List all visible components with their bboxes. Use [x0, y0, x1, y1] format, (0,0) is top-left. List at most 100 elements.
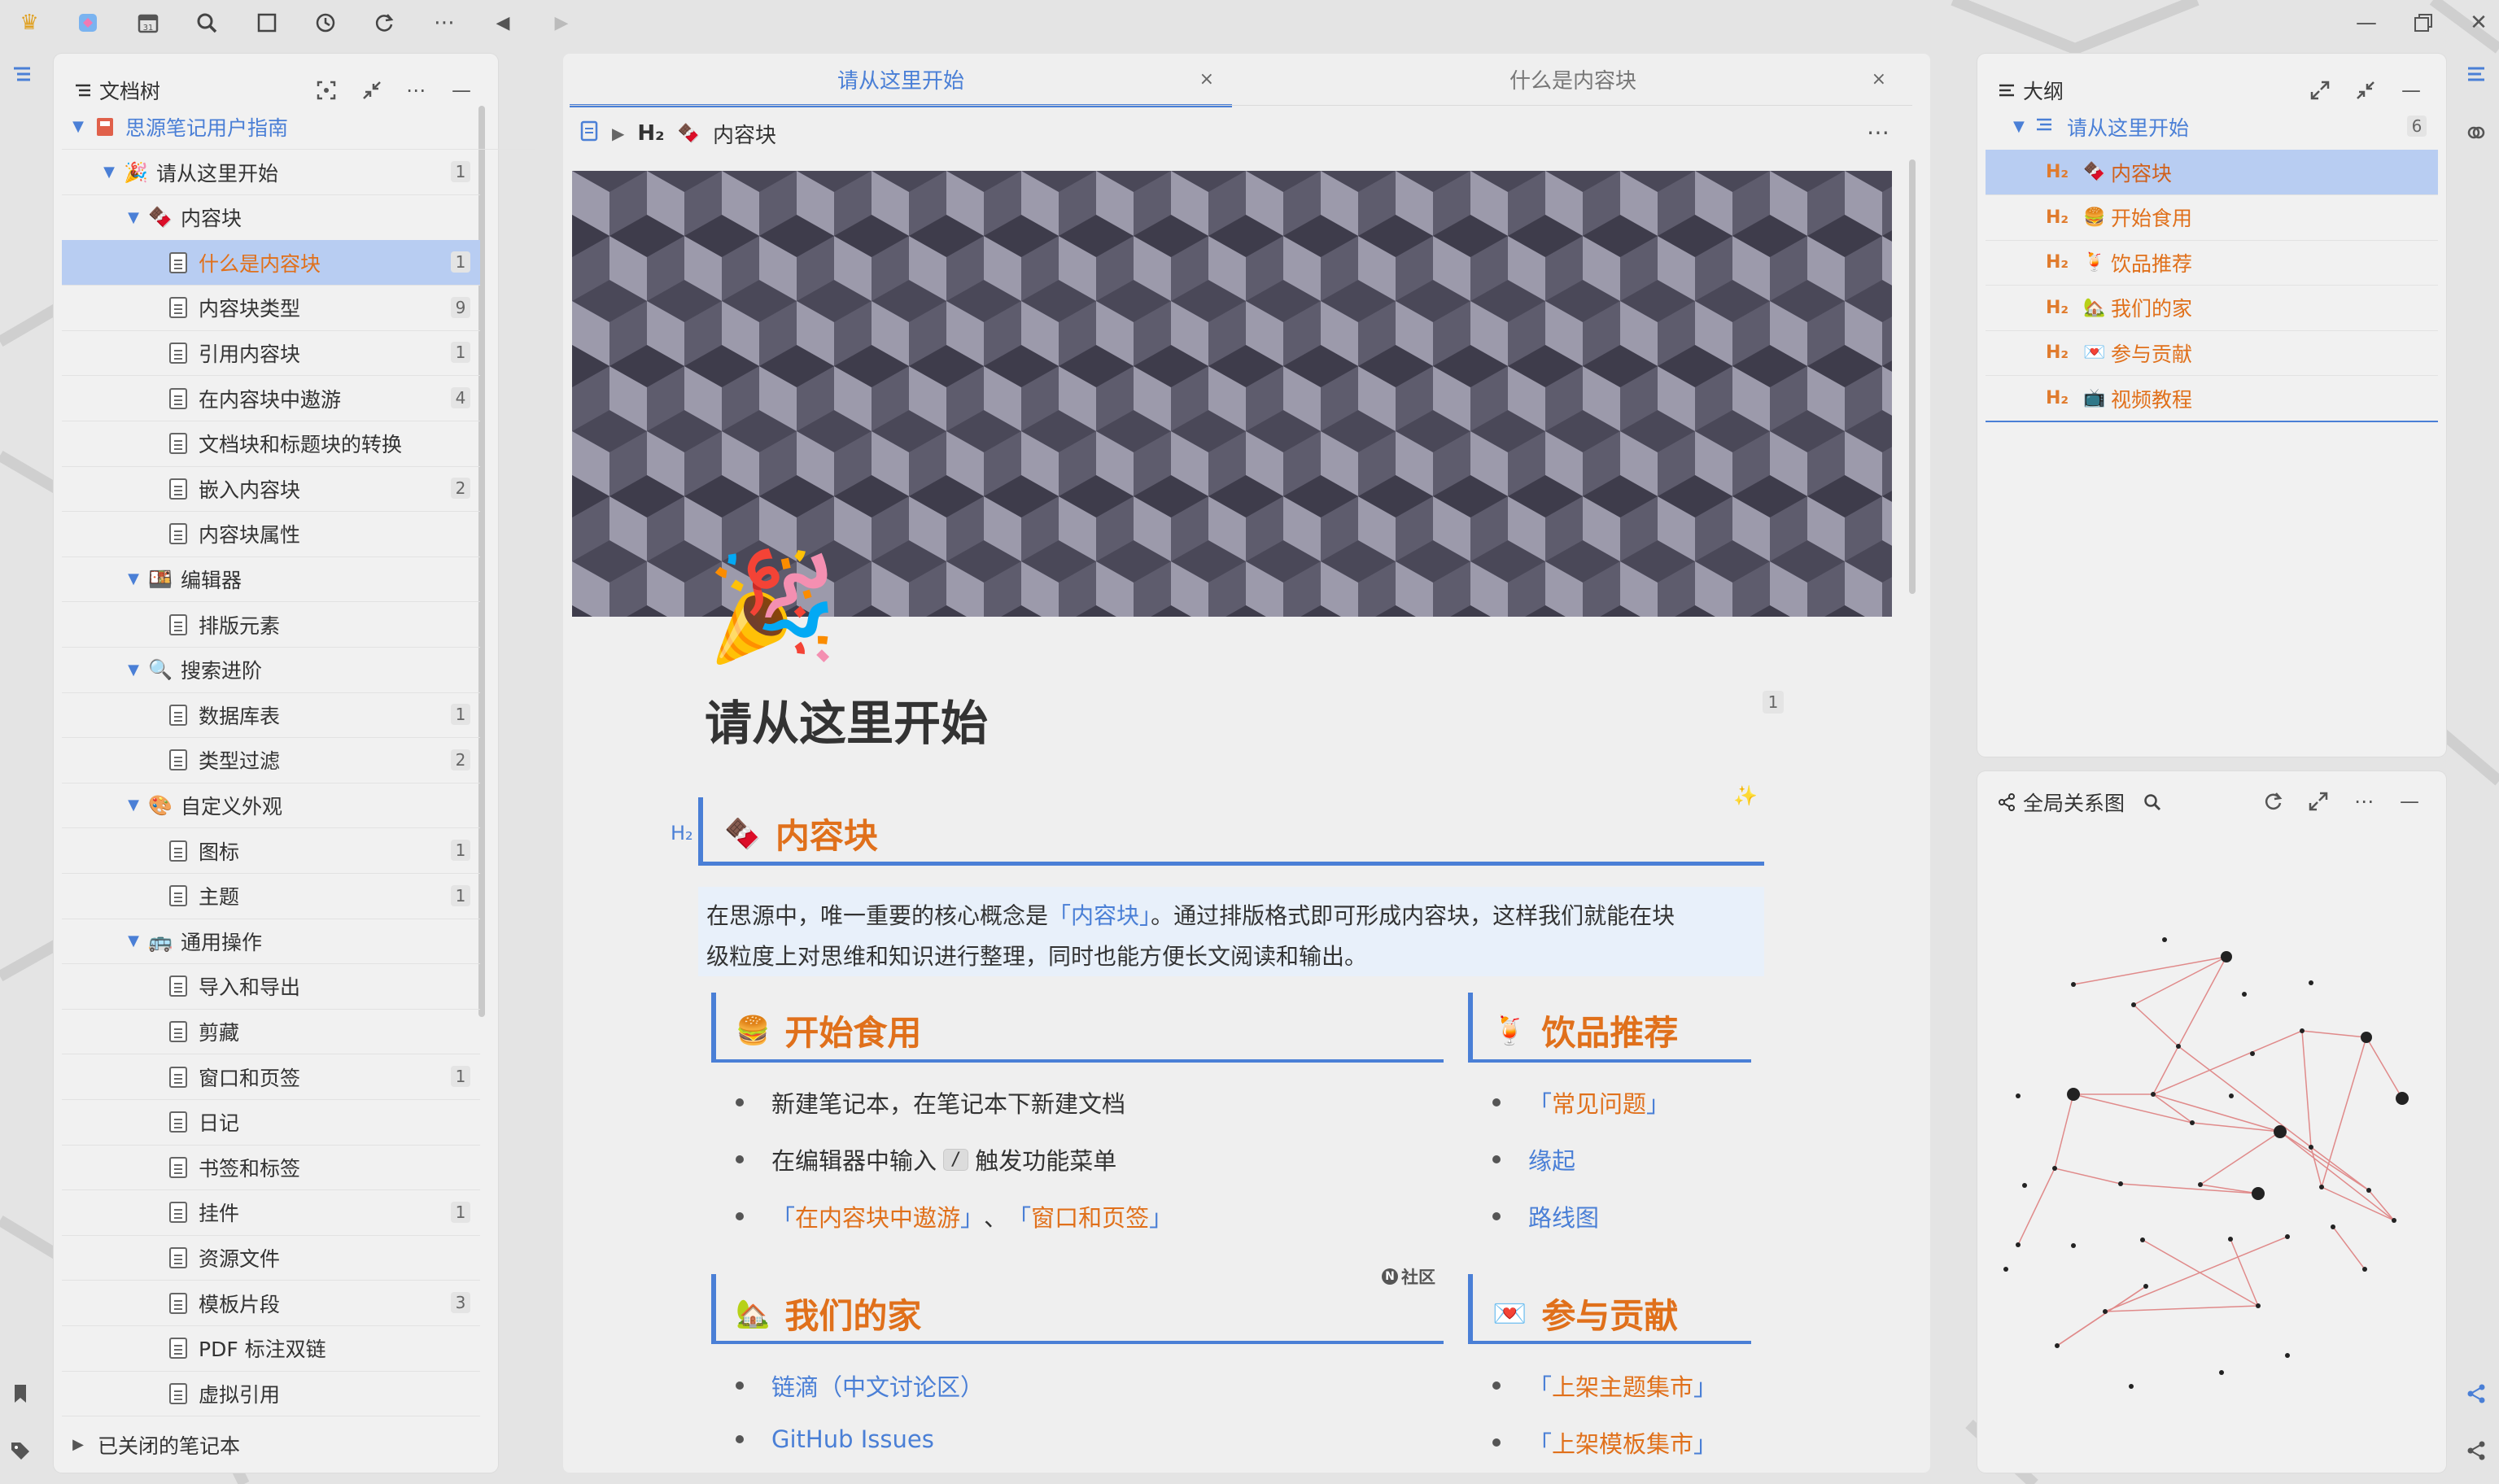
square-icon[interactable] [254, 10, 280, 36]
doc-tree-item[interactable]: ▼ 🍱 编辑器 [62, 556, 480, 603]
list-item[interactable]: 在编辑器中输入 / 触发功能菜单 [736, 1142, 1116, 1176]
graph-node[interactable] [2392, 1218, 2396, 1223]
graph-node[interactable] [2274, 1125, 2287, 1138]
graph-node[interactable] [2103, 1309, 2108, 1314]
graph-node[interactable] [2190, 1120, 2195, 1125]
list-item[interactable]: 链滴（中文讨论区） [736, 1368, 984, 1403]
intro-block-link[interactable]: 内容块 [1071, 902, 1139, 929]
graph-node[interactable] [2309, 1145, 2313, 1150]
expand-caret-icon[interactable]: ▼ [125, 570, 142, 587]
search-icon[interactable] [194, 10, 220, 36]
ref-count-badge[interactable]: 1 [451, 704, 470, 726]
block-ref-link[interactable]: 在内容块中遨游 [795, 1199, 960, 1233]
party-popper-icon[interactable]: 🎉 [706, 553, 838, 659]
origin-link[interactable]: 缘起 [1528, 1142, 1575, 1176]
doc-tree-item[interactable]: 内容块类型 9 [62, 286, 480, 331]
search-icon[interactable] [2143, 792, 2162, 812]
doc-tree-item[interactable]: 图标 1 [62, 828, 480, 874]
global-graph-toggle-icon[interactable] [2462, 1437, 2490, 1464]
graph-node[interactable] [2003, 1267, 2008, 1272]
forward-icon[interactable]: ▶ [548, 10, 575, 36]
backlinks-icon[interactable] [2462, 119, 2490, 146]
outline-item[interactable]: H₂ 💌 参与贡献 [1986, 330, 2438, 377]
doc-tree-item[interactable]: 排版元素 [62, 602, 480, 648]
more-icon[interactable]: ⋯ [1867, 119, 1890, 146]
graph-node[interactable] [2396, 1092, 2409, 1105]
title-ref-badge[interactable]: 1 [1763, 691, 1784, 714]
graph-toggle-icon[interactable] [2462, 1380, 2490, 1408]
graph-node[interactable] [2229, 1093, 2234, 1098]
doc-tree-item[interactable]: 挂件 1 [62, 1190, 480, 1236]
list-item[interactable]: 缘起 [1492, 1142, 1575, 1176]
graph-node[interactable] [2022, 1183, 2027, 1188]
ref-count-badge[interactable]: 1 [451, 884, 470, 906]
graph-node[interactable] [2140, 1237, 2145, 1242]
expand-caret-icon[interactable]: ▼ [101, 164, 117, 181]
doc-tree-item[interactable]: 主题 1 [62, 874, 480, 919]
doc-tree-item[interactable]: 什么是内容块 1 [62, 240, 480, 286]
github-issues-link[interactable]: GitHub Issues [771, 1425, 934, 1453]
ref-count-badge[interactable]: 3 [451, 1292, 470, 1313]
minimize-panel-icon[interactable]: — [448, 76, 475, 104]
tab-what-is-block[interactable]: 什么是内容块 × [1242, 54, 1904, 104]
graph-node[interactable] [2151, 1092, 2156, 1097]
list-item[interactable]: 「上架主题集市」 [1492, 1368, 1717, 1403]
graph-node[interactable] [2309, 980, 2313, 985]
focus-icon[interactable] [312, 76, 340, 104]
bookmark-icon[interactable] [7, 1380, 34, 1408]
ref-count-badge[interactable]: 1 [451, 1201, 470, 1223]
graph-node[interactable] [2221, 951, 2232, 962]
sync-icon[interactable] [371, 10, 397, 36]
doc-tree-item[interactable]: 导入和导出 [62, 964, 480, 1010]
app-logo-icon[interactable] [75, 10, 101, 36]
theme-market-link[interactable]: 上架主题集市 [1552, 1368, 1693, 1403]
close-window-icon[interactable]: ✕ [2466, 10, 2492, 36]
doc-tree-item[interactable]: 资源文件 [62, 1235, 480, 1281]
list-item[interactable]: 「上架模板集市」 [1492, 1425, 1717, 1460]
ref-count-badge[interactable]: 2 [451, 749, 470, 770]
doc-tree-item[interactable]: 在内容块中遨游 4 [62, 376, 480, 421]
outline-item[interactable]: H₂ 🏡 我们的家 [1986, 286, 2438, 331]
section-heading[interactable]: 🍫 内容块 [724, 809, 878, 858]
close-tab-icon[interactable]: × [1199, 69, 1214, 89]
breadcrumb-label[interactable]: 内容块 [713, 119, 776, 149]
ref-count-badge[interactable]: 1 [451, 342, 470, 364]
graph-node[interactable] [2256, 1303, 2261, 1308]
relation-graph[interactable] [1986, 895, 2438, 1399]
doc-tree-item[interactable]: 日记 [62, 1100, 480, 1146]
outline-item[interactable]: H₂ 🍹 饮品推荐 [1986, 240, 2438, 286]
contribute-heading[interactable]: 💌 参与贡献 [1492, 1289, 1678, 1338]
doc-tree-item[interactable]: ▼ 🔍 搜索进阶 [62, 648, 480, 693]
roadmap-link[interactable]: 路线图 [1528, 1199, 1599, 1233]
doc-tree-item[interactable]: 模板片段 3 [62, 1281, 480, 1326]
graph-node[interactable] [2198, 1182, 2203, 1187]
start-heading[interactable]: 🍔 开始食用 [736, 1006, 921, 1055]
graph-node[interactable] [2052, 1166, 2057, 1171]
tab-start-here[interactable]: 请从这里开始 × [570, 54, 1232, 107]
outline-item[interactable]: H₂ 🍫 内容块 [1986, 150, 2438, 195]
closed-notebooks[interactable]: ▶ 已关闭的笔记本 [62, 1422, 535, 1467]
expand-caret-icon[interactable]: ▼ [125, 661, 142, 679]
list-item[interactable]: 新建笔记本，在笔记本下新建文档 [736, 1085, 1125, 1120]
doc-tree-item[interactable]: 剪藏 [62, 1009, 480, 1055]
list-item[interactable]: 路线图 [1492, 1199, 1599, 1233]
graph-node[interactable] [2242, 992, 2247, 997]
graph-node[interactable] [2252, 1187, 2265, 1200]
graph-node[interactable] [2331, 1224, 2335, 1229]
ref-count-badge[interactable]: 4 [451, 387, 470, 408]
doc-tree-item[interactable]: 文档块和标题块的转换 [62, 421, 480, 467]
faq-link[interactable]: 常见问题 [1552, 1085, 1646, 1120]
expand-caret-icon[interactable]: ▼ [125, 932, 142, 949]
minimize-icon[interactable]: — [2353, 10, 2379, 36]
graph-node[interactable] [2131, 1002, 2136, 1007]
history-icon[interactable] [312, 10, 339, 36]
doc-tree-toggle-icon[interactable] [8, 60, 36, 88]
expand-icon[interactable] [2305, 788, 2332, 815]
crown-icon[interactable]: ♛ [16, 10, 42, 36]
drinks-heading[interactable]: 🍹 饮品推荐 [1492, 1006, 1678, 1055]
ref-count-badge[interactable]: 1 [451, 161, 470, 182]
graph-node[interactable] [2143, 1284, 2148, 1289]
collapse-icon[interactable] [2352, 76, 2379, 104]
expand-caret-icon[interactable]: ▼ [125, 797, 142, 814]
expand-caret-icon[interactable]: ▼ [125, 209, 142, 226]
